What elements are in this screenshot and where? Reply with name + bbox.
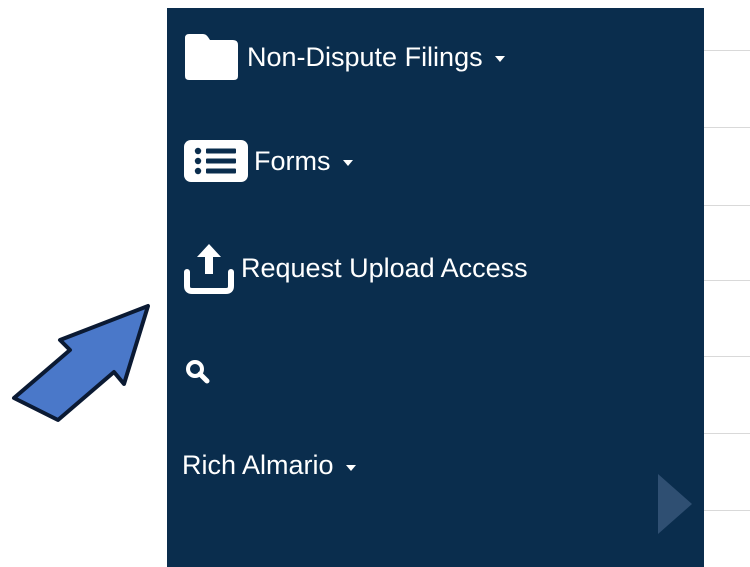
arrow-pointer-icon: [12, 304, 150, 422]
screenshot-stage: Non-Dispute Filings Forms Request Upload…: [0, 0, 750, 567]
